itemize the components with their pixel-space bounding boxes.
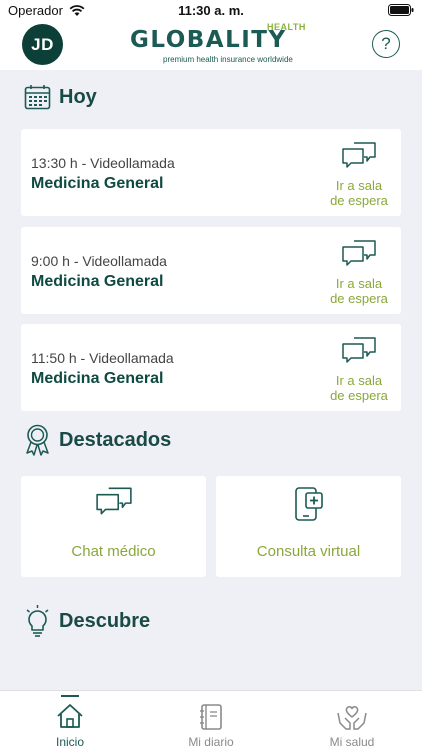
calendar-icon [24,85,51,110]
featured-section-header: Destacados [24,424,171,456]
waiting-room-label-line2: de espera [330,388,388,403]
chat-medico-tile[interactable]: Chat médico [21,476,206,577]
today-title: Hoy [59,86,97,108]
battery-icon [388,4,414,16]
tab-mi-diario-label: Mi diario [188,735,234,749]
hands-heart-icon [337,706,367,730]
globality-logo: GLOBALITY HEALTH premium health insuranc… [130,22,310,68]
appointment-card[interactable]: 13:30 h - Videollamada Medicina General … [21,129,401,216]
status-bar: Operador 11:30 a. m. [0,0,422,20]
tab-mi-salud[interactable]: Mi salud [282,691,422,750]
appointment-time: 9:00 h - Videollamada [31,253,167,269]
chat-bubbles-icon [342,337,376,363]
waiting-room-button[interactable]: Ir a sala de espera [327,141,391,208]
help-button[interactable]: ? [372,30,400,58]
appointment-card[interactable]: 9:00 h - Videollamada Medicina General I… [21,227,401,314]
user-avatar[interactable]: JD [22,24,63,65]
waiting-room-button[interactable]: Ir a sala de espera [327,239,391,306]
logo-text: GLOBALITY [130,27,287,53]
tab-mi-salud-label: Mi salud [329,735,375,749]
chat-bubbles-icon [95,487,132,515]
appointment-time: 11:50 h - Videollamada [31,350,174,366]
tab-inicio-label: Inicio [55,735,84,749]
discover-section-header: Descubre [24,604,150,638]
appointment-specialty: Medicina General [31,370,164,387]
discover-title: Descubre [59,609,151,632]
appointment-card[interactable]: 11:50 h - Videollamada Medicina General … [21,324,401,411]
chat-medico-label: Chat médico [71,543,156,560]
tab-mi-diario[interactable]: Mi diario [141,691,281,750]
logo-health-text: HEALTH [267,22,306,32]
status-time: 11:30 a. m. [178,3,244,18]
waiting-room-label-line1: Ir a sala [335,178,383,193]
bottom-tab-bar: Inicio Mi diario Mi salud [0,690,422,750]
app-header: JD GLOBALITY HEALTH premium health insur… [0,20,422,70]
chat-bubbles-icon [342,142,376,168]
logo-tagline: premium health insurance worldwide [163,55,293,64]
consulta-virtual-tile[interactable]: Consulta virtual [216,476,401,577]
tab-inicio[interactable]: Inicio [0,691,140,750]
waiting-room-label-line1: Ir a sala [335,276,383,291]
waiting-room-label-line2: de espera [330,193,388,208]
featured-title: Destacados [59,428,172,451]
appointment-specialty: Medicina General [31,273,164,290]
appointment-specialty: Medicina General [31,175,164,192]
help-icon: ? [381,34,391,53]
notebook-icon [200,704,222,730]
consulta-virtual-label: Consulta virtual [256,543,361,560]
active-tab-indicator [61,695,79,697]
waiting-room-button[interactable]: Ir a sala de espera [327,336,391,403]
appointment-time: 13:30 h - Videollamada [31,155,175,171]
waiting-room-label-line2: de espera [330,291,388,306]
award-icon [26,424,49,456]
chat-bubbles-icon [342,240,376,266]
lightbulb-icon [26,605,49,637]
home-icon [57,704,83,728]
phone-medical-icon [294,487,323,521]
today-section-header: Hoy [24,84,97,111]
waiting-room-label-line1: Ir a sala [335,373,383,388]
